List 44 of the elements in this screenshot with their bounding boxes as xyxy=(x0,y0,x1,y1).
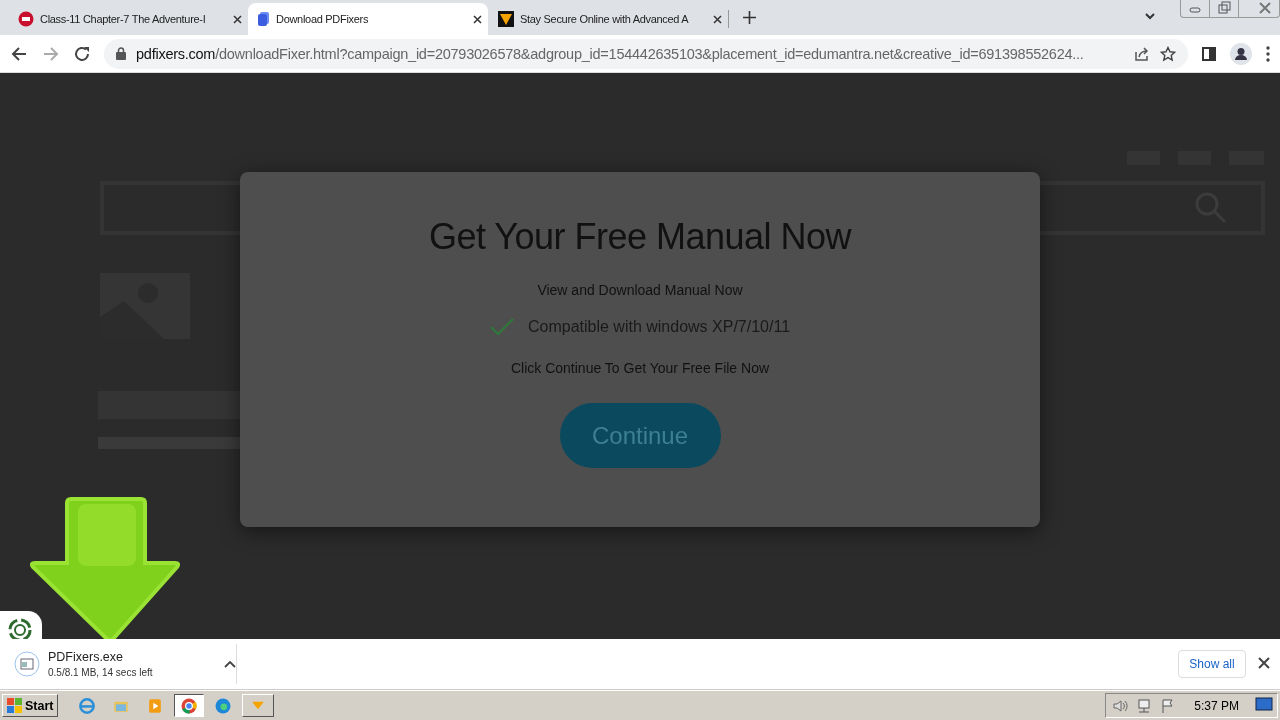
browser-tab[interactable]: Stay Secure Online with Advanced A xyxy=(488,3,728,35)
url-text: pdfixers.com/downloadFixer.html?campaign_id=20793026578&adgroup_id=154442635103&placement_id=edumantra.net&creative_id=691398552624... xyxy=(136,45,1085,62)
download-status: 0.5/8.1 MB, 14 secs left xyxy=(48,667,154,678)
checkmark-icon xyxy=(489,318,514,336)
address-bar[interactable]: pdfixers.com/downloadFixer.html?campaign_id=20793026578&adgroup_id=154442635103&placement_id=edumantra.net&creative_id=691398552624... xyxy=(104,38,1188,69)
reload-icon[interactable] xyxy=(74,45,90,62)
browser-e-icon xyxy=(77,695,98,716)
chevron-logo-icon xyxy=(498,11,514,27)
file-name: PDFixers.exe xyxy=(48,650,125,664)
tab-title: Stay Secure Online with Advanced A xyxy=(520,13,690,25)
start-button[interactable]: Start xyxy=(2,694,59,717)
clock-time: 5:37 PM xyxy=(1194,698,1239,713)
file-icon xyxy=(14,651,40,677)
badge-icon xyxy=(18,11,34,27)
dialog-subtitle: View and Download Manual Now xyxy=(537,282,743,298)
instruction-text: Click Continue To Get Your Free File Now xyxy=(510,360,770,376)
profile-avatar-icon[interactable] xyxy=(1230,42,1252,65)
close-icon[interactable] xyxy=(1258,657,1270,669)
recycle-logo-icon xyxy=(6,617,34,639)
side-panel-icon[interactable] xyxy=(1202,46,1216,61)
browser-tab[interactable]: Class-11 Chapter-7 The Adventure-I xyxy=(8,3,248,35)
browser-tab[interactable]: Download PDFixers xyxy=(248,3,488,35)
lock-icon xyxy=(116,47,126,60)
new-tab-icon[interactable] xyxy=(743,11,756,24)
document-icon xyxy=(258,12,270,26)
show-all-button[interactable]: Show all xyxy=(1178,650,1246,678)
dialog-title: Get Your Free Manual Now xyxy=(428,216,852,258)
chevron-up-icon[interactable] xyxy=(224,660,236,668)
download-arrow-icon xyxy=(30,496,180,639)
close-icon[interactable] xyxy=(233,14,242,24)
back-icon[interactable] xyxy=(10,44,28,63)
close-icon[interactable] xyxy=(713,14,722,24)
share-icon[interactable] xyxy=(1134,45,1150,62)
menu-icon[interactable] xyxy=(1266,45,1270,62)
star-icon[interactable] xyxy=(1160,45,1176,62)
taskbar-button[interactable] xyxy=(174,694,205,717)
speaker-icon[interactable] xyxy=(1112,697,1129,714)
tab-title: Class-11 Chapter-7 The Adventure-I xyxy=(40,13,207,25)
tab-title: Download PDFixers xyxy=(276,13,370,25)
close-icon[interactable] xyxy=(473,14,482,24)
network-icon[interactable] xyxy=(1136,697,1153,714)
desktop-icon[interactable] xyxy=(1255,696,1273,712)
chevron-down-icon[interactable] xyxy=(1144,10,1156,22)
windows-logo-icon xyxy=(7,697,23,714)
